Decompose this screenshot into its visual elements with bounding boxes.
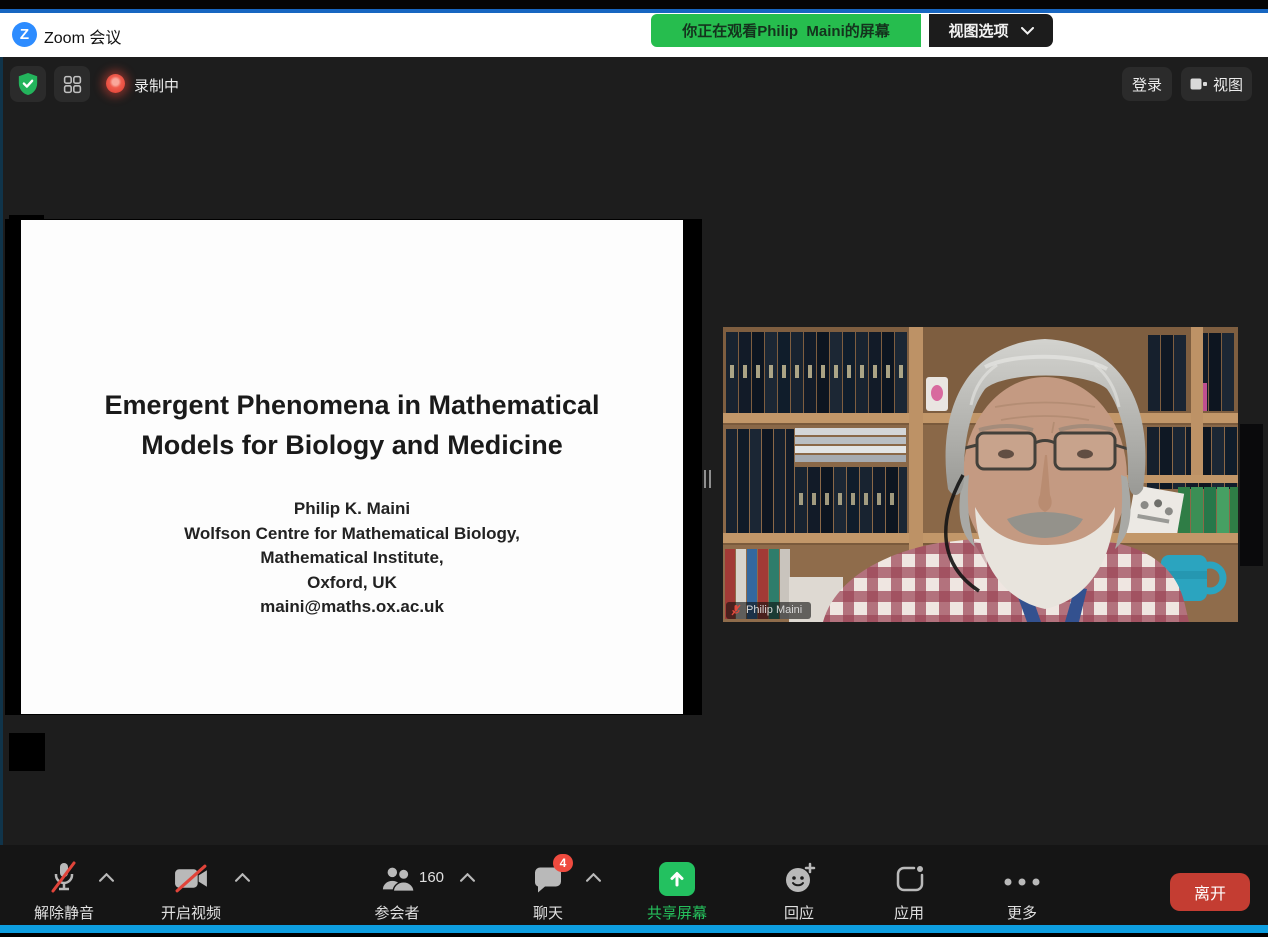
- zoom-meeting-window: Z Zoom 会议 你正在观看Philip Maini的屏幕 视图选项 录制中 …: [0, 0, 1268, 937]
- shield-check-icon: [17, 72, 39, 96]
- window-top-strip: [0, 0, 1268, 9]
- participants-icon[interactable]: [381, 864, 415, 894]
- more-icon[interactable]: [1004, 878, 1040, 886]
- webcam-video-image: [723, 327, 1238, 622]
- security-button[interactable]: [10, 66, 46, 102]
- presentation-slide: Emergent Phenomena in Mathematical Model…: [21, 220, 683, 714]
- start-video-button[interactable]: 开启视频: [161, 902, 221, 923]
- mic-options-chevron-icon[interactable]: [99, 873, 114, 882]
- slide-affiliation-2: Mathematical Institute,: [52, 546, 652, 571]
- panel-divider-handle[interactable]: [704, 470, 713, 488]
- video-strip-scrollbar[interactable]: [1240, 424, 1263, 566]
- muted-mic-icon: [731, 604, 741, 616]
- reactions-icon[interactable]: [784, 862, 816, 894]
- window-title: Zoom 会议: [44, 24, 121, 48]
- slide-title: Emergent Phenomena in Mathematical Model…: [62, 385, 642, 465]
- recording-label: 录制中: [134, 75, 179, 96]
- apps-button[interactable]: 应用: [894, 902, 924, 923]
- shared-screen-artifact: [9, 733, 45, 771]
- chat-button[interactable]: 聊天: [533, 902, 563, 923]
- share-screen-button[interactable]: [659, 862, 695, 896]
- slide-affiliation-1: Wolfson Centre for Mathematical Biology,: [52, 522, 652, 547]
- window-left-edge: [0, 57, 3, 925]
- chat-options-chevron-icon[interactable]: [586, 873, 601, 882]
- view-layout-icon: [1190, 77, 1207, 91]
- participant-video-tile[interactable]: Philip Maini: [723, 327, 1238, 622]
- taskbar-strip: [0, 925, 1268, 933]
- participants-count: 160: [419, 869, 444, 886]
- view-options-button[interactable]: 视图选项: [929, 14, 1053, 47]
- video-options-chevron-icon[interactable]: [235, 873, 250, 882]
- more-button[interactable]: 更多: [1007, 902, 1037, 923]
- slide-author-block: Philip K. Maini Wolfson Centre for Mathe…: [52, 497, 652, 620]
- camera-muted-icon[interactable]: [173, 863, 210, 894]
- participant-name-tag: Philip Maini: [726, 602, 811, 619]
- slide-affiliation-3: Oxford, UK: [52, 571, 652, 596]
- share-screen-label[interactable]: 共享屏幕: [647, 902, 707, 923]
- zoom-logo-icon: Z: [12, 22, 37, 47]
- view-button[interactable]: 视图: [1181, 67, 1252, 101]
- watching-screen-text: 你正在观看Philip Maini的屏幕: [682, 20, 890, 41]
- leave-button[interactable]: 离开: [1170, 873, 1250, 911]
- grid-icon: [62, 74, 83, 95]
- chat-unread-badge: 4: [553, 854, 573, 872]
- view-options-label: 视图选项: [948, 20, 1008, 41]
- chevron-down-icon: [1021, 27, 1034, 35]
- title-bar: Z Zoom 会议: [0, 13, 1268, 57]
- share-arrow-icon: [667, 869, 687, 889]
- unmute-button[interactable]: 解除静音: [34, 902, 94, 923]
- recording-indicator-icon: [106, 74, 125, 93]
- participants-options-chevron-icon[interactable]: [460, 873, 475, 882]
- login-button[interactable]: 登录: [1122, 67, 1172, 101]
- gallery-view-button[interactable]: [54, 66, 90, 102]
- mic-muted-icon[interactable]: [48, 860, 80, 898]
- slide-author: Philip K. Maini: [52, 497, 652, 522]
- participants-button[interactable]: 参会者: [374, 902, 419, 923]
- apps-icon[interactable]: [895, 864, 925, 894]
- participant-name: Philip Maini: [746, 604, 802, 616]
- reactions-button[interactable]: 回应: [784, 902, 814, 923]
- watching-screen-banner: 你正在观看Philip Maini的屏幕: [651, 14, 921, 47]
- slide-email: maini@maths.ox.ac.uk: [52, 595, 652, 620]
